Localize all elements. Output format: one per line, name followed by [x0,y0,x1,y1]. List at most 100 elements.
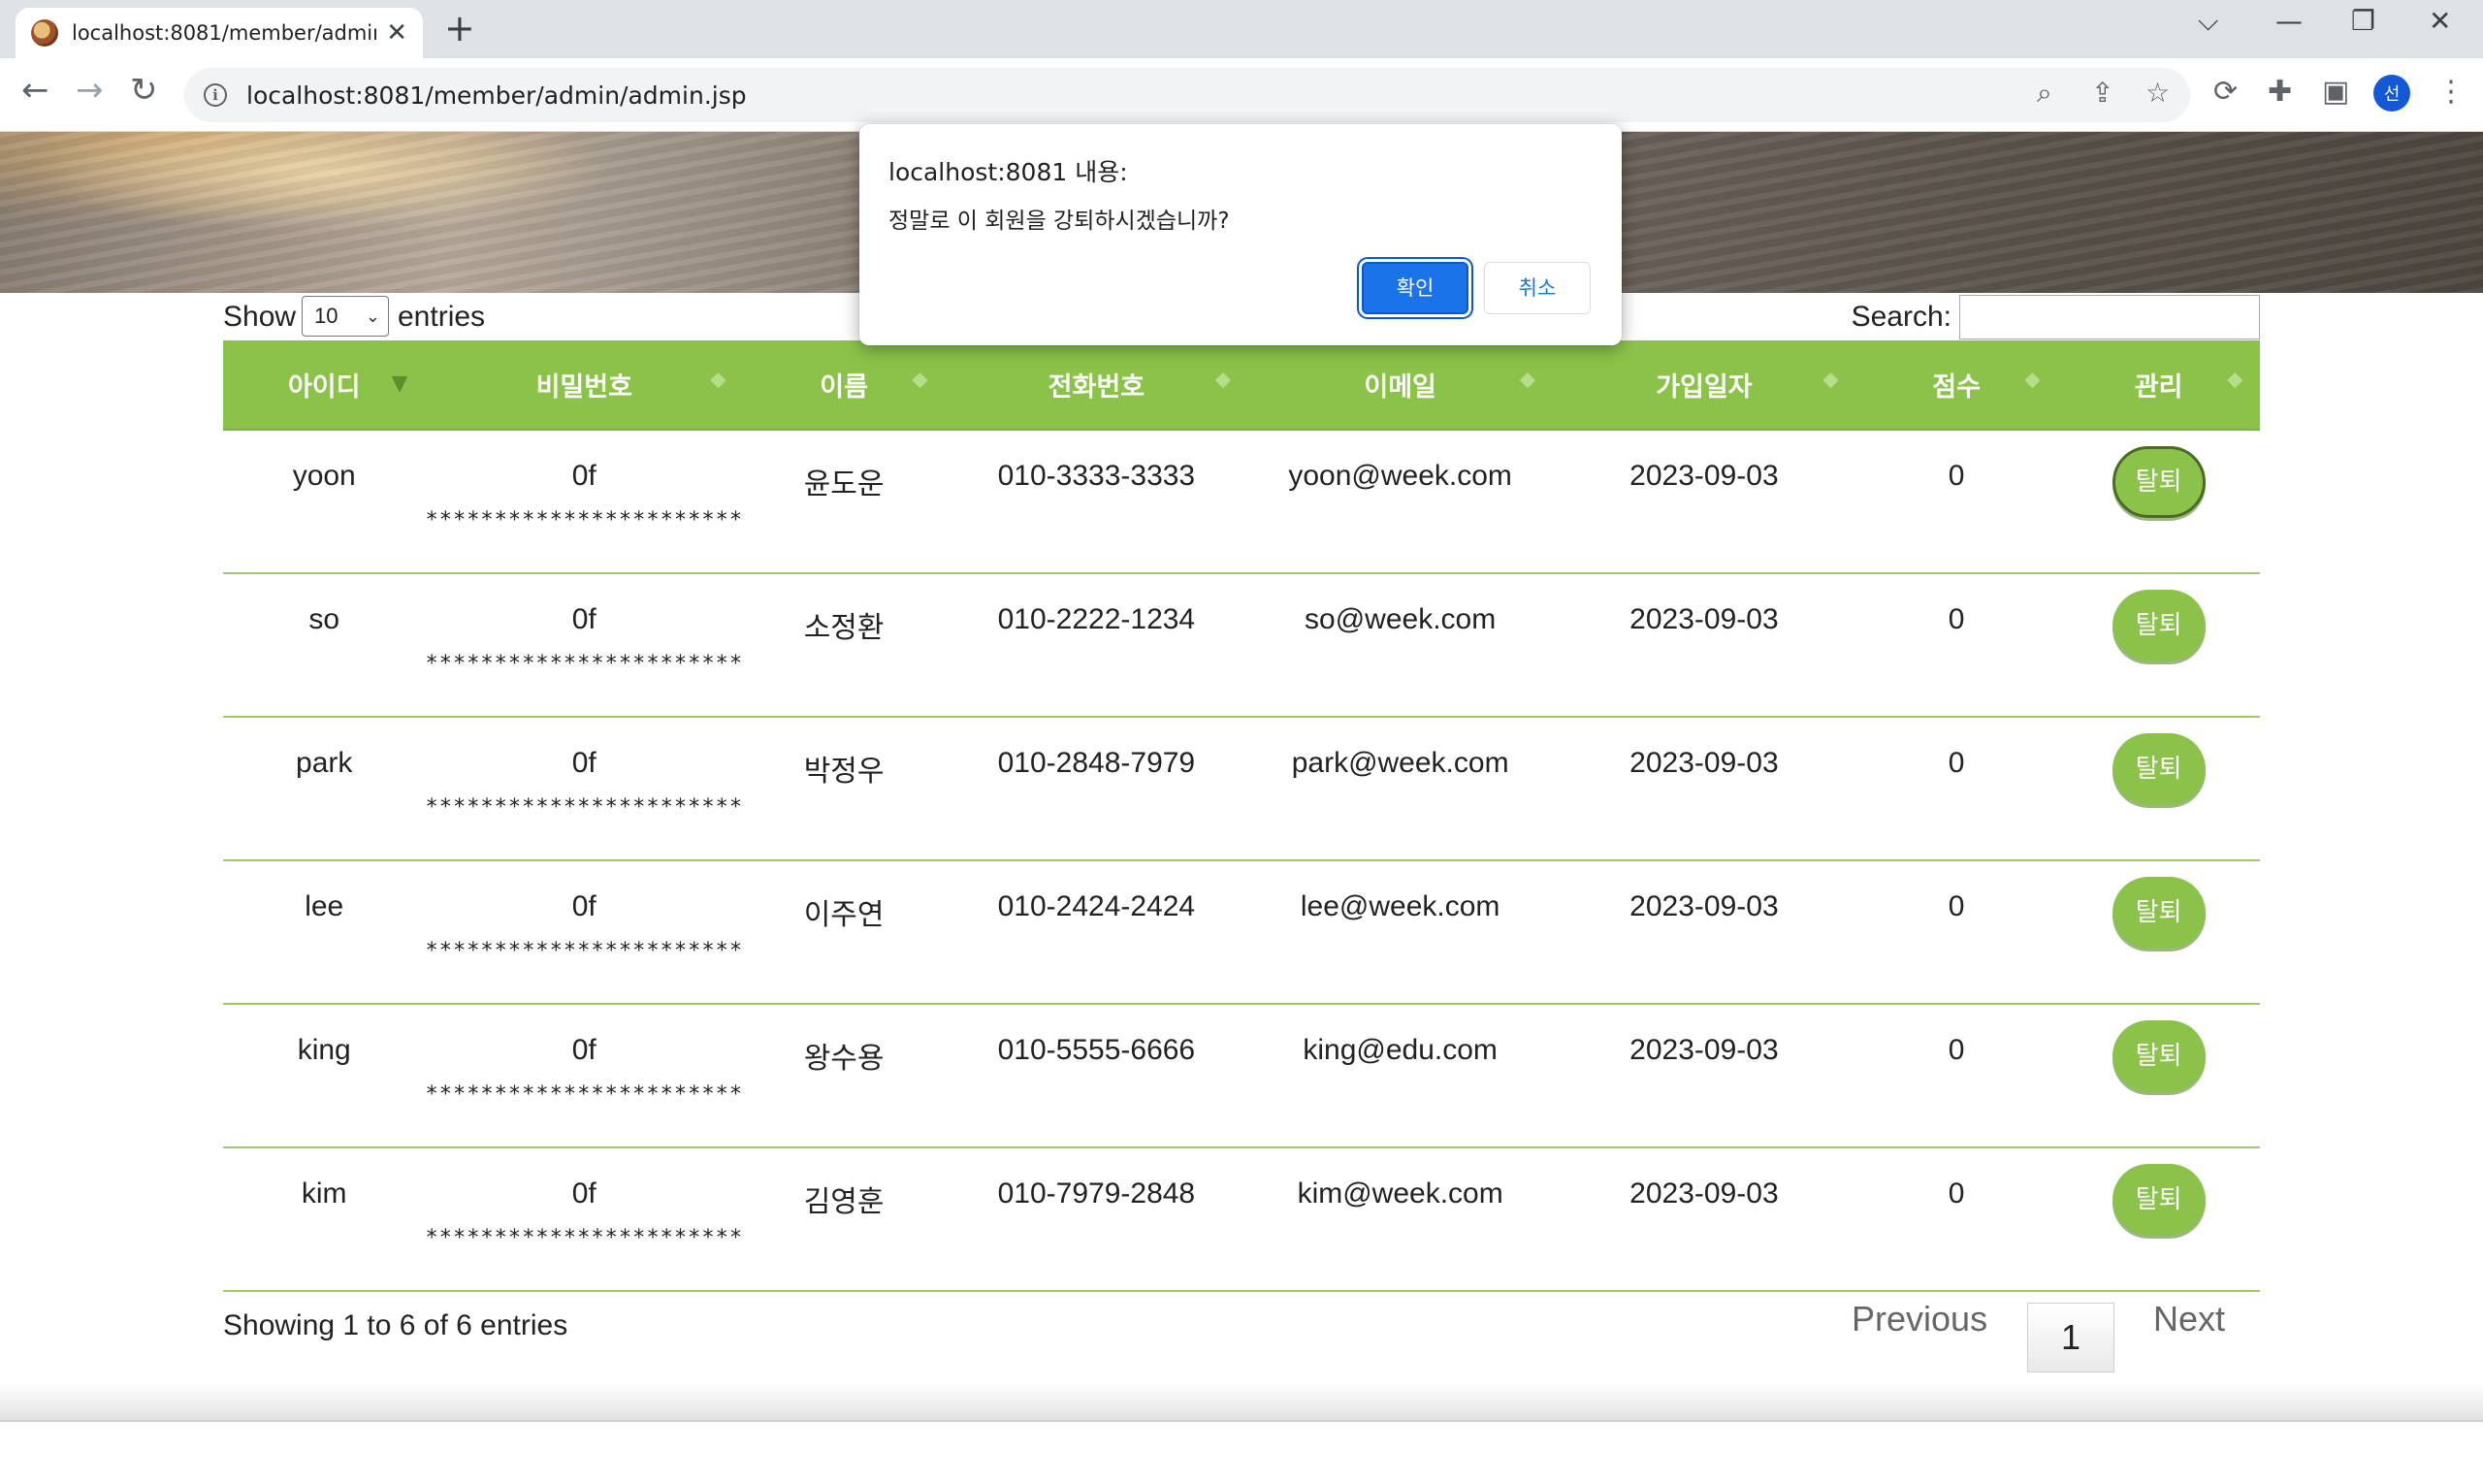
table-row: so 0f *********************** 소정환 010-222… [223,573,2260,718]
new-tab-button[interactable]: + [444,10,475,47]
pagination-next[interactable]: Next [2153,1302,2225,1337]
cell-manage: 탈퇴 [2057,1147,2260,1292]
cell-email: king@edu.com [1247,1004,1553,1148]
star-icon[interactable]: ☆ [2145,80,2170,107]
password-mask: *********************** [425,939,744,963]
cell-email: lee@week.com [1247,860,1553,1005]
cell-score: 0 [1855,717,2058,861]
tab-close-icon[interactable]: ✕ [386,20,407,46]
cell-manage: 탈퇴 [2057,860,2260,1005]
sort-both-icon: ⬥ [912,368,928,392]
zoom-icon[interactable]: ⌕ [2037,80,2052,107]
tab-title: localhost:8081/member/admin/admin.jsp [72,21,377,45]
cell-score: 0 [1855,430,2058,574]
cell-score: 0 [1855,1004,2058,1148]
cell-name: 윤도운 [743,430,946,574]
cell-name: 이주연 [743,860,946,1005]
column-header-joined[interactable]: 가입일자 ⬥ [1552,340,1856,431]
puzzle-icon[interactable]: ✚ [2268,78,2292,107]
more-icon[interactable]: ⋮ [2436,78,2466,107]
cell-joined: 2023-09-03 [1552,430,1856,574]
column-header-id[interactable]: 아이디 ▼ [223,340,426,431]
length-label-after: entries [398,301,486,333]
members-table: 아이디 ▼ 비밀번호 ⬥ 이름 ⬥ 전화번호 ⬥ 이메일 ⬥ 가입일자 ⬥ 점수 ⬥ 관리 ⬥ … [223,340,2260,1292]
column-header-score[interactable]: 점수 ⬥ [1855,340,2058,431]
info-icon[interactable]: i [204,83,227,107]
browser-tab[interactable]: localhost:8081/member/admin/admin.jsp ✕ [16,8,423,58]
cell-phone: 010-7979-2848 [945,1147,1248,1292]
cell-email: so@week.com [1247,573,1553,718]
search-input[interactable] [1959,295,2260,339]
table-row: yoon 0f *********************** 윤도운 010-3… [223,430,2260,574]
cell-phone: 010-5555-6666 [945,1004,1248,1148]
forward-arrow-icon[interactable]: → [76,74,104,107]
column-header-name[interactable]: 이름 ⬥ [743,340,946,431]
column-header-password[interactable]: 비밀번호 ⬥ [425,340,744,431]
kick-member-button[interactable]: 탈퇴 [2112,733,2206,805]
sidepanel-icon[interactable]: ▣ [2322,78,2349,107]
cell-score: 0 [1855,860,2058,1005]
pagination-page-1[interactable]: 1 [2027,1303,2114,1372]
cell-joined: 2023-09-03 [1552,717,1856,861]
cell-password: 0f *********************** [425,573,744,718]
cell-phone: 010-2222-1234 [945,573,1248,718]
cell-password: 0f *********************** [425,430,744,574]
kick-member-button[interactable]: 탈퇴 [2112,1020,2206,1092]
password-mask: *********************** [425,652,744,676]
browser-titlebar: localhost:8081/member/admin/admin.jsp ✕ … [0,0,2483,58]
page-footer-divider [0,1420,2483,1422]
table-row: king 0f *********************** 왕수용 010-5… [223,1004,2260,1148]
url-text[interactable]: localhost:8081/member/admin/admin.jsp [246,81,747,110]
column-header-phone[interactable]: 전화번호 ⬥ [945,340,1248,431]
dialog-cancel-button[interactable]: 취소 [1484,262,1591,314]
minimize-icon[interactable]: — [2275,8,2303,35]
cell-name: 소정환 [743,573,946,718]
dialog-message: 정말로 이 회원을 강퇴하시겠습니까? [888,209,1230,234]
dialog-ok-button[interactable]: 확인 [1362,262,1468,314]
cell-id: king [223,1004,426,1148]
cell-manage: 탈퇴 [2057,717,2260,861]
column-header-email[interactable]: 이메일 ⬥ [1247,340,1553,431]
cell-phone: 010-2424-2424 [945,860,1248,1005]
close-window-icon[interactable]: ✕ [2429,8,2451,35]
column-header-manage[interactable]: 관리 ⬥ [2057,340,2260,431]
cell-email: yoon@week.com [1247,430,1553,574]
profile-avatar[interactable]: 선 [2373,75,2410,112]
pagination-previous[interactable]: Previous [1852,1302,1987,1337]
cell-id: park [223,717,426,861]
cell-joined: 2023-09-03 [1552,573,1856,718]
kick-member-button[interactable]: 탈퇴 [2112,590,2206,661]
sort-both-icon: ⬥ [1215,368,1231,392]
cell-name: 박정우 [743,717,946,861]
refresh-extension-icon[interactable]: ⟳ [2213,78,2238,107]
cell-name: 왕수용 [743,1004,946,1148]
kick-member-button[interactable]: 탈퇴 [2112,877,2206,949]
chevron-down-icon: ⌄ [365,306,380,326]
table-header-row: 아이디 ▼ 비밀번호 ⬥ 이름 ⬥ 전화번호 ⬥ 이메일 ⬥ 가입일자 ⬥ 점수 ⬥ 관리 ⬥ [223,340,2260,431]
address-bar[interactable]: i localhost:8081/member/admin/admin.jsp [184,68,2190,122]
table-row: park 0f *********************** 박정우 010-2… [223,717,2260,861]
restore-icon[interactable]: ❐ [2351,8,2375,35]
password-mask: *********************** [425,508,744,532]
cell-score: 0 [1855,1147,2058,1292]
kick-member-button[interactable]: 탈퇴 [2112,446,2206,518]
tab-search-chevron-icon[interactable]: ⌵ [2198,8,2218,35]
search-label: Search: [1851,301,1951,333]
sort-both-icon: ⬥ [2227,368,2242,392]
sort-both-icon: ⬥ [1822,368,1839,392]
back-arrow-icon[interactable]: ← [21,74,49,107]
password-mask: *********************** [425,795,744,820]
share-icon[interactable]: ⇪ [2091,80,2113,107]
sort-both-icon: ⬥ [710,368,726,392]
reload-icon[interactable]: ↻ [130,74,158,107]
table-row: kim 0f *********************** 김영훈 010-79… [223,1147,2260,1292]
browser-toolbar: ← → ↻ i localhost:8081/member/admin/admi… [0,58,2483,132]
sort-both-icon: ⬥ [1520,368,1535,392]
cell-name: 김영훈 [743,1147,946,1292]
cell-id: yoon [223,430,426,574]
kick-member-button[interactable]: 탈퇴 [2112,1164,2206,1236]
entries-length-select[interactable]: 10 ⌄ [302,296,389,337]
confirm-dialog: localhost:8081 내용: 정말로 이 회원을 강퇴하시겠습니까? 확… [859,124,1622,345]
cell-manage: 탈퇴 [2057,573,2260,718]
page-footer-shadow [0,1382,2483,1421]
